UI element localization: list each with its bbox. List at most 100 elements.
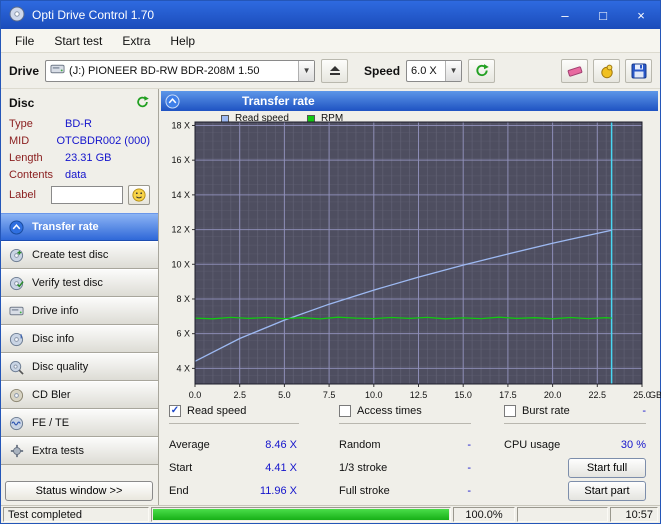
menu-start-test[interactable]: Start test	[44, 31, 112, 51]
average-row: Average 8.46 X	[169, 433, 297, 456]
status-text: Test completed	[3, 507, 149, 522]
disc-mid-row: MID OTCBDR002 (000)	[1, 132, 158, 149]
cpu-usage-value: 30 %	[621, 439, 646, 451]
svg-text:20.0: 20.0	[544, 390, 562, 400]
end-row: End 11.96 X	[169, 479, 297, 502]
toolkit-button[interactable]	[593, 59, 620, 83]
elapsed-time: 10:57	[610, 507, 658, 522]
sidebar-item-verify-test-disc[interactable]: Verify test disc	[1, 269, 158, 297]
checkbox-label: Access times	[357, 405, 422, 417]
sidebar-item-disc-quality[interactable]: Disc quality	[1, 353, 158, 381]
svg-text:10 X: 10 X	[171, 259, 190, 269]
sidebar-item-disc-info[interactable]: i Disc info	[1, 325, 158, 353]
minimize-button[interactable]: –	[546, 1, 584, 29]
read-speed-checkbox[interactable]: ✓	[169, 405, 181, 417]
sidebar-item-label: Disc info	[32, 333, 74, 345]
refresh-icon	[135, 95, 150, 109]
sidebar-item-label: Verify test disc	[32, 277, 103, 289]
erase-disc-button[interactable]	[561, 59, 588, 83]
eject-icon	[329, 65, 341, 76]
speed-label: Speed	[364, 64, 400, 78]
sidebar-nav: Transfer rate Create test disc Verify te…	[1, 213, 158, 465]
verify-test-disc-icon	[8, 276, 25, 291]
maximize-button[interactable]: □	[584, 1, 622, 29]
sidebar-item-label: FE / TE	[32, 417, 69, 429]
titlebar: Opti Drive Control 1.70 – □ ×	[1, 1, 660, 29]
result-label: Start	[169, 462, 192, 474]
start-full-button[interactable]: Start full	[568, 458, 646, 478]
contents-link[interactable]: data	[65, 169, 86, 181]
result-label: Random	[339, 439, 381, 451]
result-label: 1/3 stroke	[339, 462, 387, 474]
eject-button[interactable]	[321, 59, 348, 83]
svg-text:17.5: 17.5	[499, 390, 517, 400]
access-times-checkbox[interactable]: ✓	[339, 405, 351, 417]
svg-text:6 X: 6 X	[176, 329, 190, 339]
menubar: File Start test Extra Help	[1, 29, 660, 53]
app-icon	[9, 6, 25, 25]
drive-select-value: (J:) PIONEER BD-RW BDR-208M 1.50	[65, 65, 298, 77]
progress-bar	[151, 507, 451, 522]
menu-extra[interactable]: Extra	[112, 31, 160, 51]
status-window-button[interactable]: Status window >>	[5, 481, 153, 501]
save-icon	[631, 63, 647, 79]
third-stroke-row: 1/3 stroke -	[339, 456, 471, 479]
disc-label-row: Label	[1, 183, 158, 207]
svg-text:2.5: 2.5	[233, 390, 246, 400]
svg-text:7.5: 7.5	[323, 390, 336, 400]
result-label: Average	[169, 439, 210, 451]
test-options-row: ✓ Read speed ✓ Access times ✓ Burst rate…	[159, 405, 658, 429]
sidebar-item-fe-te[interactable]: FE / TE	[1, 409, 158, 437]
svg-text:16 X: 16 X	[171, 155, 190, 165]
refresh-disc-button[interactable]	[135, 95, 150, 112]
sidebar-item-drive-info[interactable]: Drive info	[1, 297, 158, 325]
transfer-rate-chart: 0.02.55.07.510.012.515.017.520.022.525.0…	[159, 120, 659, 404]
chevron-down-icon: ▼	[298, 61, 314, 81]
smiley-icon	[132, 188, 146, 202]
chevron-down-icon: ▼	[445, 61, 461, 81]
svg-text:0.0: 0.0	[189, 390, 202, 400]
field-value: OTCBDR002 (000)	[56, 135, 150, 147]
sidebar-item-create-test-disc[interactable]: Create test disc	[1, 241, 158, 269]
cd-bler-icon	[8, 388, 25, 403]
close-button[interactable]: ×	[622, 1, 660, 29]
end-value: 11.96 X	[260, 485, 297, 497]
disc-label-input[interactable]	[51, 186, 123, 204]
disc-length-row: Length 23.31 GB	[1, 149, 158, 166]
app-window: Opti Drive Control 1.70 – □ × File Start…	[0, 0, 661, 524]
statusbar-spacer	[517, 507, 608, 522]
save-button[interactable]	[625, 59, 652, 83]
sidebar-item-cd-bler[interactable]: CD Bler	[1, 381, 158, 409]
sidebar-item-extra-tests[interactable]: Extra tests	[1, 437, 158, 465]
disc-label-button[interactable]	[128, 185, 150, 205]
sidebar-item-label: CD Bler	[32, 389, 71, 401]
full-stroke-row: Full stroke -	[339, 479, 471, 502]
refresh-speed-button[interactable]	[468, 59, 495, 83]
svg-text:10.0: 10.0	[365, 390, 383, 400]
burst-rate-checkbox[interactable]: ✓	[504, 405, 516, 417]
result-label: End	[169, 485, 189, 497]
field-label: Type	[9, 118, 65, 130]
statusbar: Test completed 100.0% 10:57	[1, 505, 660, 523]
menu-help[interactable]: Help	[160, 31, 205, 51]
menu-file[interactable]: File	[5, 31, 44, 51]
svg-text:14 X: 14 X	[171, 190, 190, 200]
speed-select-value: 6.0 X	[407, 65, 445, 77]
field-label: Length	[9, 152, 65, 164]
speed-select[interactable]: 6.0 X ▼	[406, 60, 462, 82]
disc-type-row: Type BD-R	[1, 115, 158, 132]
disc-quality-icon	[8, 360, 25, 375]
result-label: CPU usage	[504, 439, 560, 451]
result-label: Full stroke	[339, 485, 390, 497]
svg-text:5.0: 5.0	[278, 390, 291, 400]
sidebar-item-label: Transfer rate	[32, 221, 99, 233]
drive-select[interactable]: (J:) PIONEER BD-RW BDR-208M 1.50 ▼	[45, 60, 315, 82]
refresh-icon	[474, 63, 490, 78]
svg-text:GB: GB	[649, 390, 661, 400]
transfer-rate-icon	[165, 94, 180, 109]
sidebar-item-transfer-rate[interactable]: Transfer rate	[1, 213, 158, 241]
toolbar: Drive (J:) PIONEER BD-RW BDR-208M 1.50 ▼…	[1, 53, 660, 89]
fe-te-icon	[8, 416, 25, 431]
svg-text:8 X: 8 X	[176, 294, 190, 304]
start-part-button[interactable]: Start part	[568, 481, 646, 501]
